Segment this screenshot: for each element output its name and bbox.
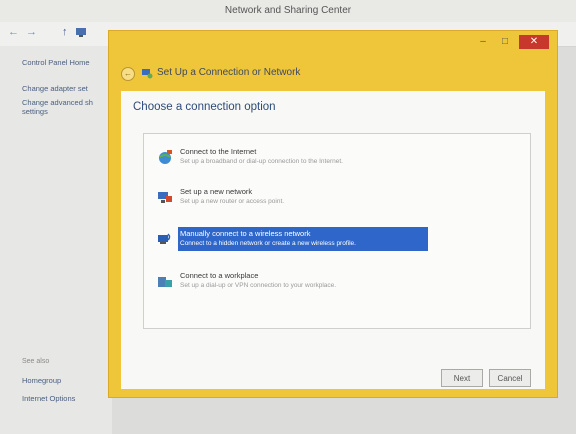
network-icon	[76, 28, 86, 37]
connection-options-list: Connect to the Internet Set up a broadba…	[143, 133, 531, 329]
minimize-button[interactable]: –	[473, 35, 493, 49]
background-window-titlebar: Network and Sharing Center	[0, 0, 576, 22]
dialog-header: ← Set Up a Connection or Network	[115, 59, 551, 89]
option-description: Set up a broadband or dial-up connection…	[180, 158, 343, 165]
next-button[interactable]: Next	[441, 369, 483, 387]
option-workplace[interactable]: Connect to a workplace Set up a dial-up …	[152, 268, 524, 298]
back-button[interactable]: ←	[121, 67, 135, 81]
sidebar-item-change-advanced[interactable]: Change advanced sh settings	[22, 98, 112, 116]
background-window-title: Network and Sharing Center	[224, 5, 352, 16]
cancel-button[interactable]: Cancel	[489, 369, 531, 387]
option-new-network[interactable]: Set up a new network Set up a new router…	[152, 184, 524, 214]
sidebar-item-change-adapter[interactable]: Change adapter set	[22, 84, 112, 93]
back-arrow-icon[interactable]: ←	[8, 26, 19, 38]
option-title: Connect to a workplace	[180, 271, 259, 280]
option-description: Connect to a hidden network or create a …	[180, 240, 356, 247]
network-setup-icon	[142, 69, 153, 79]
router-icon	[158, 192, 172, 203]
wireless-icon	[158, 233, 171, 244]
close-button[interactable]: ✕	[519, 35, 549, 49]
sidebar-item-homegroup[interactable]: Homegroup	[22, 376, 112, 385]
option-description: Set up a dial-up or VPN connection to yo…	[180, 282, 337, 289]
page-heading: Choose a connection option	[133, 101, 276, 113]
option-title: Set up a new network	[180, 187, 253, 196]
globe-icon	[159, 150, 172, 164]
background-sidebar: Control Panel Home Change adapter set Ch…	[0, 46, 112, 434]
option-manual-wireless[interactable]: Manually connect to a wireless network C…	[152, 226, 524, 256]
option-connect-internet[interactable]: Connect to the Internet Set up a broadba…	[152, 144, 524, 174]
dialog-body: Choose a connection option Connect to th…	[121, 91, 545, 389]
see-also-heading: See also	[22, 358, 50, 365]
sidebar-item-internet-options[interactable]: Internet Options	[22, 394, 112, 403]
desktop-screen: Network and Sharing Center ← → ↑ Control…	[0, 0, 576, 434]
sidebar-item-control-panel-home[interactable]: Control Panel Home	[22, 58, 112, 67]
option-title: Connect to the Internet	[180, 147, 257, 156]
up-arrow-icon[interactable]: ↑	[62, 26, 68, 38]
maximize-button[interactable]: □	[495, 35, 515, 49]
option-description: Set up a new router or access point.	[180, 198, 285, 205]
forward-arrow-icon[interactable]: →	[26, 26, 37, 38]
option-title: Manually connect to a wireless network	[180, 229, 311, 238]
workplace-icon	[158, 277, 172, 287]
setup-connection-dialog: – □ ✕ ← Set Up a Connection or Network C…	[108, 30, 558, 398]
dialog-caption-bar: – □ ✕	[109, 31, 557, 57]
dialog-title: Set Up a Connection or Network	[157, 67, 301, 78]
